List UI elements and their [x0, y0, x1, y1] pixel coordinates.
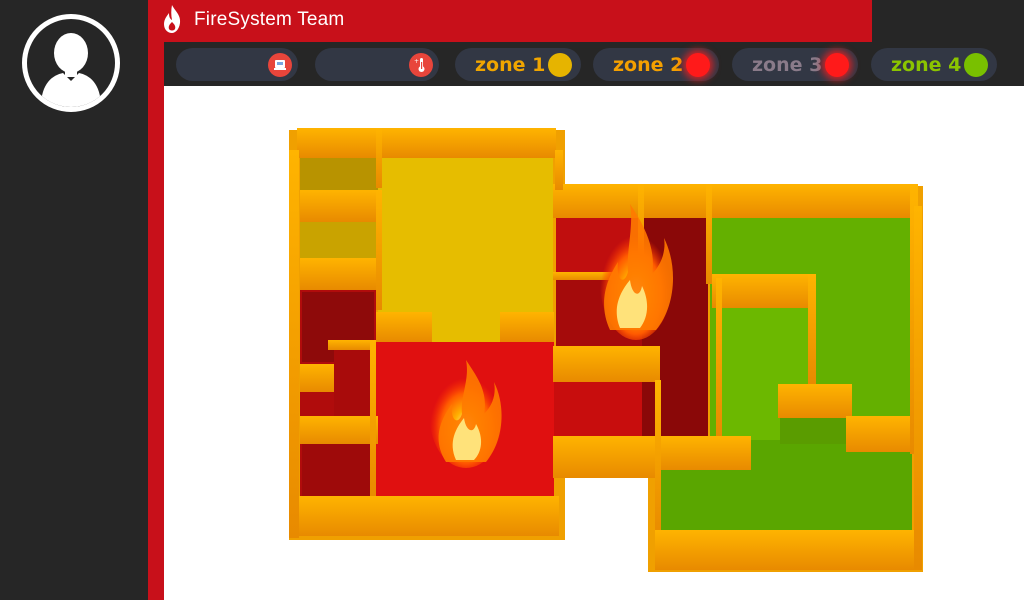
accent-bar: [148, 0, 164, 600]
zone-4-status-dot: [964, 53, 988, 77]
zone-4-pill[interactable]: zone 4: [871, 48, 997, 81]
zone-1-label: zone 1: [475, 53, 546, 76]
zone-3-status-dot: [825, 53, 849, 77]
title-bar: FireSystem Team: [148, 0, 872, 42]
floor-plan-area: [164, 86, 1024, 600]
sidebar: [0, 0, 148, 600]
user-silhouette-icon: [41, 33, 101, 107]
thermometer-icon: +: [409, 52, 433, 77]
zone-2-pill[interactable]: zone 2: [593, 48, 719, 81]
temperature-sensor-pill[interactable]: +: [315, 48, 439, 81]
user-avatar[interactable]: [22, 14, 120, 112]
svg-text:+: +: [414, 58, 419, 65]
floor-plan-map: [289, 128, 923, 572]
zone-1-status-dot: [548, 53, 572, 77]
smoke-sensor-pill[interactable]: [176, 48, 298, 81]
zone-4-label: zone 4: [891, 53, 962, 76]
title-bar-end: [872, 0, 1024, 42]
zone-2-label: zone 2: [613, 53, 684, 76]
smoke-detector-icon: [268, 52, 292, 77]
app-title: FireSystem Team: [194, 9, 345, 30]
zone-3-pill[interactable]: zone 3: [732, 48, 858, 81]
zone-1-pill[interactable]: zone 1: [455, 48, 581, 81]
flame-logo-icon: [164, 5, 181, 33]
zone-3-label: zone 3: [752, 53, 823, 76]
zone-2-status-dot: [686, 53, 710, 77]
